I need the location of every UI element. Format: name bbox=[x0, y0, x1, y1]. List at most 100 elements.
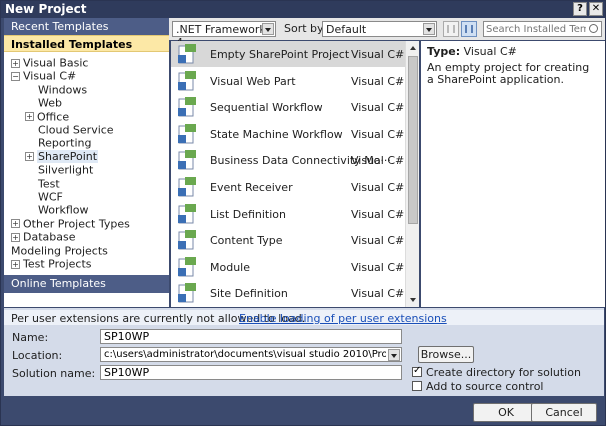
template-language: Visual C# bbox=[351, 207, 405, 221]
tree-item-label: Silverlight bbox=[38, 163, 94, 177]
search-icon[interactable] bbox=[589, 24, 598, 33]
type-value: Visual C# bbox=[463, 45, 517, 58]
tree-item[interactable]: Reporting bbox=[38, 136, 91, 150]
template-name: List Definition bbox=[210, 207, 286, 221]
expand-icon[interactable]: + bbox=[11, 219, 20, 229]
template-type: Type: Visual C# bbox=[427, 45, 517, 58]
template-toolbar: .NET Framework 4 Sort by: Default bbox=[169, 18, 605, 49]
list-definition-icon bbox=[178, 203, 196, 224]
help-button[interactable]: ? bbox=[573, 2, 587, 16]
tree-item[interactable]: + Test Projects bbox=[11, 257, 92, 271]
template-name: Site Definition bbox=[210, 287, 288, 301]
tree-item[interactable]: + Other Project Types bbox=[11, 217, 130, 230]
template-name: Event Receiver bbox=[210, 181, 293, 194]
template-row[interactable]: List Definition Visual C# bbox=[171, 201, 405, 227]
source-control-checkbox[interactable] bbox=[412, 381, 422, 391]
tree-item[interactable]: + SharePoint bbox=[25, 150, 99, 164]
title-bar: New Project ? ✕ bbox=[1, 1, 605, 18]
expand-icon[interactable]: + bbox=[11, 58, 20, 68]
tree-item[interactable]: Workflow bbox=[38, 203, 89, 217]
template-description: An empty project for creating a SharePoi… bbox=[427, 61, 590, 86]
source-control-label: Add to source control bbox=[426, 380, 544, 393]
create-directory-checkbox[interactable] bbox=[412, 365, 422, 377]
tree-item[interactable]: + Visual Basic bbox=[11, 56, 89, 70]
recent-templates-header[interactable]: Recent Templates bbox=[4, 18, 169, 35]
location-combo[interactable] bbox=[100, 347, 402, 362]
template-list-scrollbar[interactable] bbox=[405, 41, 419, 307]
expand-icon[interactable]: + bbox=[11, 259, 20, 269]
browse-button[interactable]: Browse... bbox=[418, 346, 474, 363]
collapse-icon[interactable]: − bbox=[11, 71, 20, 81]
name-field[interactable] bbox=[100, 329, 402, 344]
tree-item[interactable]: − Visual C# bbox=[11, 69, 77, 83]
tree-item[interactable]: Cloud Service bbox=[38, 123, 114, 137]
solution-name-input[interactable] bbox=[104, 366, 394, 379]
scrollbar-thumb[interactable] bbox=[408, 56, 418, 224]
template-language: Visual C# bbox=[351, 287, 405, 301]
tree-item[interactable]: Windows bbox=[38, 83, 87, 96]
template-name: State Machine Workflow bbox=[210, 127, 343, 141]
template-language: Visual C# bbox=[351, 48, 405, 61]
list-view-icon bbox=[465, 25, 473, 33]
template-row[interactable]: Sequential Workflow Visual C# bbox=[171, 94, 405, 120]
close-button[interactable]: ✕ bbox=[589, 2, 603, 16]
create-directory-label: Create directory for solution bbox=[426, 366, 581, 379]
tree-item[interactable]: + Database bbox=[11, 230, 76, 244]
template-row[interactable]: Visual Web Part Visual C# bbox=[171, 68, 405, 94]
template-row[interactable]: Module Visual C# bbox=[171, 254, 405, 280]
template-row[interactable]: Event Receiver Visual C# bbox=[171, 174, 405, 200]
template-list: Empty SharePoint Project Visual C# Visual … bbox=[171, 41, 405, 307]
small-icons-view-button[interactable] bbox=[443, 21, 459, 37]
template-language: Visual C# bbox=[351, 154, 405, 168]
installed-templates-header[interactable]: Installed Templates bbox=[4, 35, 169, 52]
list-view-button[interactable] bbox=[461, 21, 477, 37]
tree-item-label: Other Project Types bbox=[23, 217, 130, 231]
search-box[interactable] bbox=[483, 21, 602, 37]
solution-name-label: Solution name: bbox=[12, 367, 96, 380]
online-templates-header[interactable]: Online Templates bbox=[4, 275, 169, 293]
tree-item[interactable]: Modeling Projects bbox=[11, 244, 108, 257]
ok-button[interactable]: OK bbox=[473, 403, 539, 422]
tree-item-label: Windows bbox=[38, 83, 88, 97]
template-row[interactable]: Site Definition Visual C# bbox=[171, 280, 405, 306]
chevron-down-icon[interactable] bbox=[262, 23, 274, 35]
tree-item-label: Visual Basic bbox=[23, 56, 89, 70]
template-row[interactable]: State Machine Workflow Visual C# bbox=[171, 121, 405, 147]
tree-item-label: Web bbox=[38, 96, 62, 110]
tree-item[interactable]: Silverlight bbox=[38, 163, 94, 177]
name-label: Name: bbox=[12, 331, 49, 344]
solution-name-field[interactable] bbox=[100, 365, 402, 380]
scroll-down-arrow-icon[interactable] bbox=[407, 294, 419, 306]
framework-select[interactable]: .NET Framework 4 bbox=[172, 21, 276, 49]
template-language: Visual C# bbox=[351, 101, 405, 115]
template-row[interactable]: Empty SharePoint Project Visual C# bbox=[171, 41, 405, 67]
expand-icon[interactable]: + bbox=[11, 232, 20, 242]
template-name: Sequential Workflow bbox=[210, 101, 323, 115]
sort-value: Default bbox=[326, 23, 367, 36]
scroll-up-arrow-icon[interactable] bbox=[407, 42, 419, 54]
chevron-down-icon[interactable] bbox=[423, 23, 435, 35]
cancel-button[interactable]: Cancel bbox=[531, 403, 597, 422]
sequential-workflow-icon bbox=[178, 97, 196, 117]
extension-warning-bar: Per user extensions are currently not al… bbox=[4, 310, 604, 325]
location-input[interactable] bbox=[104, 348, 386, 361]
name-input[interactable] bbox=[104, 330, 394, 343]
project-settings-area: Per user extensions are currently not al… bbox=[4, 308, 604, 396]
template-name: Module bbox=[210, 260, 250, 274]
search-input[interactable] bbox=[486, 22, 586, 36]
expand-icon[interactable]: + bbox=[25, 152, 34, 162]
template-row[interactable]: Content Type Visual C# bbox=[171, 227, 405, 253]
description-pane: Type: Visual C# An empty project for cre… bbox=[421, 41, 605, 307]
tree-item[interactable]: WCF bbox=[38, 190, 63, 204]
tree-item-label: Visual C# bbox=[23, 69, 77, 83]
sort-select[interactable]: Default bbox=[322, 21, 437, 37]
template-row[interactable]: Business Data Connectivity Mo··· Visual C… bbox=[171, 147, 405, 173]
chevron-down-icon[interactable] bbox=[388, 349, 400, 361]
tree-item-label: SharePoint bbox=[37, 150, 99, 164]
expand-icon[interactable]: + bbox=[25, 112, 34, 122]
tree-item[interactable]: Web bbox=[38, 96, 62, 110]
tree-item[interactable]: + Office bbox=[25, 110, 69, 123]
template-name: Visual Web Part bbox=[210, 74, 296, 88]
enable-extensions-link[interactable]: Enable loading of per user extensions bbox=[239, 312, 447, 325]
tree-item[interactable]: Test bbox=[38, 177, 60, 190]
